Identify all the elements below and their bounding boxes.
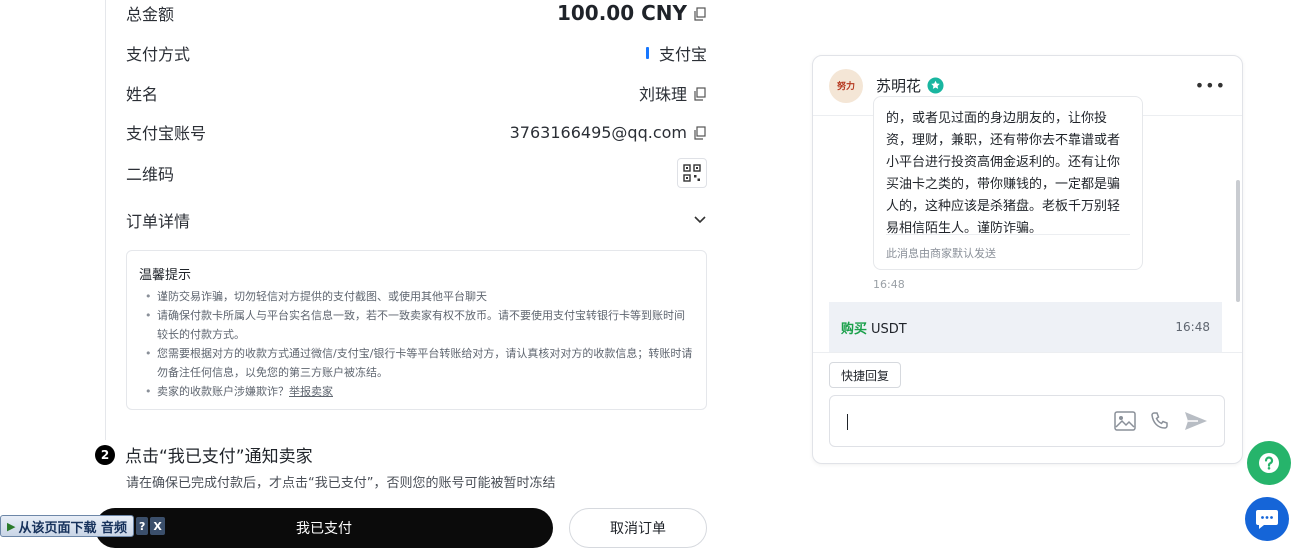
- order-card-time: 16:48: [1175, 320, 1210, 334]
- qrcode-label: 二维码: [126, 165, 175, 184]
- seller-name: 苏明花: [876, 77, 922, 95]
- order-details-toggle[interactable]: 订单详情: [126, 208, 707, 232]
- tips-item: 卖家的收款账户涉嫌欺诈？举报卖家: [139, 382, 694, 401]
- copy-icon[interactable]: [693, 6, 707, 21]
- report-seller-link[interactable]: 举报卖家: [289, 385, 333, 398]
- text-caret: [847, 414, 848, 430]
- total-amount-label: 总金额: [126, 5, 175, 24]
- tips-item: 您需要根据对方的收款方式通过微信/支付宝/银行卡等平台转账给对方，请认真核对对方…: [139, 344, 694, 382]
- tips-title: 温馨提示: [139, 268, 192, 283]
- order-asset: USDT: [871, 321, 907, 337]
- total-amount-value: 100.00 CNY: [556, 1, 687, 25]
- qrcode-icon: [683, 164, 701, 182]
- download-audio-label: 从该页面下载 音频: [18, 520, 127, 536]
- step-title: 点击“我已支付”通知卖家: [125, 447, 313, 467]
- message-auto-note: 此消息由商家默认发送: [886, 247, 996, 260]
- order-action: 购买: [841, 321, 868, 337]
- name-label: 姓名: [126, 85, 159, 104]
- phone-icon[interactable]: [1150, 411, 1170, 431]
- avatar: 努力: [829, 68, 863, 103]
- qrcode-button[interactable]: [677, 158, 707, 188]
- account-label: 支付宝账号: [126, 124, 207, 143]
- page: 总金额 100.00 CNY 支付方式 支付宝 姓名 刘珠理 支付宝账号 376…: [0, 0, 1296, 555]
- step-header: 2 点击“我已支付”通知卖家: [95, 442, 313, 467]
- alipay-indicator-icon: [645, 47, 649, 59]
- question-icon: [1259, 453, 1279, 473]
- avatar-text: 努力: [836, 82, 855, 92]
- qrcode-row: 二维码: [126, 157, 707, 189]
- send-icon[interactable]: [1184, 411, 1208, 431]
- download-close-button[interactable]: X: [150, 517, 165, 535]
- name-row: 姓名 刘珠理: [126, 81, 707, 105]
- more-options-icon[interactable]: •••: [1195, 76, 1226, 95]
- tips-report-text: 卖家的收款账户涉嫌欺诈？: [157, 385, 289, 398]
- copy-icon[interactable]: [693, 125, 707, 140]
- order-details-label: 订单详情: [126, 212, 191, 231]
- chevron-down-icon: [693, 211, 707, 230]
- step-number-badge: 2: [95, 444, 115, 465]
- verified-badge-icon: [927, 77, 944, 94]
- message-time: 16:48: [873, 278, 905, 291]
- help-fab-button[interactable]: [1247, 441, 1291, 485]
- divider-line: [105, 0, 106, 440]
- payment-method-label: 支付方式: [126, 45, 191, 64]
- name-value: 刘珠理: [638, 85, 687, 104]
- download-audio-bar: ▶ 从该页面下载 音频 ? X: [0, 515, 165, 537]
- account-value: 3763166495@qq.com: [509, 122, 687, 142]
- download-help-button[interactable]: ?: [136, 517, 149, 535]
- tips-list: 谨防交易诈骗，切勿轻信对方提供的支付截图、或使用其他平台聊天 请确保付款卡所属人…: [139, 287, 694, 401]
- chat-panel: 努力 苏明花 ••• 的，或者见过面的身边朋友的，让你投资，理财，兼职，还有带你…: [812, 55, 1243, 464]
- copy-icon[interactable]: [693, 86, 707, 101]
- chat-divider: [813, 352, 1242, 353]
- payment-method-row: 支付方式 支付宝: [126, 41, 707, 65]
- total-amount-row: 总金额 100.00 CNY: [126, 1, 707, 25]
- chat-input[interactable]: [829, 395, 1225, 447]
- chat-bubble-icon: [1256, 510, 1278, 529]
- cancel-order-button[interactable]: 取消订单: [569, 508, 707, 548]
- chat-message-bubble: 的，或者见过面的身边朋友的，让你投资，理财，兼职，还有带你去不靠谱或者小平台进行…: [873, 96, 1143, 270]
- message-text: 的，或者见过面的身边朋友的，让你投资，理财，兼职，还有带你去不靠谱或者小平台进行…: [886, 111, 1121, 236]
- download-audio-button[interactable]: ▶ 从该页面下载 音频: [0, 515, 134, 537]
- warm-tips-box: 温馨提示 谨防交易诈骗，切勿轻信对方提供的支付截图、或使用其他平台聊天 请确保付…: [126, 250, 707, 410]
- order-summary-card: 购买 USDT 16:48: [829, 302, 1222, 352]
- tips-item: 请确保付款卡所属人与平台实名信息一致，若不一致卖家有权不放币。请不要使用支付宝转…: [139, 306, 694, 344]
- message-separator: [886, 234, 1130, 235]
- image-upload-icon[interactable]: [1114, 411, 1136, 431]
- account-row: 支付宝账号 3763166495@qq.com: [126, 120, 707, 144]
- payment-method-value: 支付宝: [658, 45, 707, 64]
- quick-reply-button[interactable]: 快捷回复: [829, 362, 902, 388]
- chat-support-fab-button[interactable]: [1245, 497, 1289, 541]
- chat-scrollbar[interactable]: [1236, 180, 1240, 302]
- play-arrow-icon: ▶: [7, 519, 16, 533]
- step-description: 请在确保已完成付款后，才点击“我已支付”，否则您的账号可能被暂时冻结: [126, 476, 556, 491]
- tips-item: 谨防交易诈骗，切勿轻信对方提供的支付截图、或使用其他平台聊天: [139, 287, 694, 306]
